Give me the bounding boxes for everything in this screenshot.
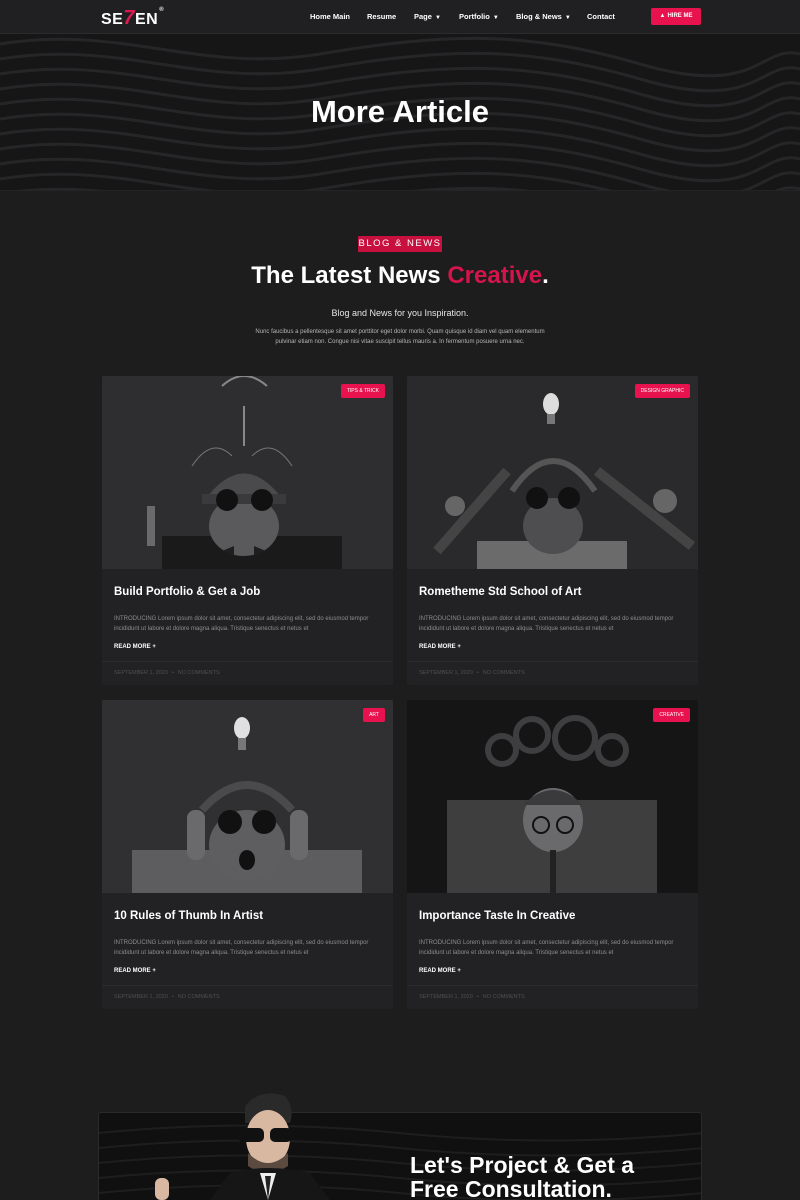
post-date[interactable]: SEPTEMBER 1, 2020: [419, 670, 473, 676]
meta-separator: •: [171, 670, 174, 676]
nav-item-label: Home Main: [310, 12, 351, 21]
read-more-link[interactable]: READ MORE +: [419, 644, 461, 650]
nav-item-page[interactable]: Page ▼: [414, 12, 441, 21]
navbar: SE7EN® Home Main Resume Page ▼ Portfolio ▼…: [0, 0, 800, 34]
hire-me-label: HIRE ME: [667, 13, 693, 19]
cta-title-line2: Free Consultation.: [410, 1176, 612, 1200]
post-photo-girl-gears: [407, 700, 698, 893]
section-title-period: .: [542, 262, 549, 289]
post-image[interactable]: TIPS & TRICK: [102, 376, 393, 569]
nav-item-portfolio[interactable]: Portfolio ▼: [459, 12, 499, 21]
section-description: Nunc faucibus a pellentesque sit amet po…: [255, 329, 545, 345]
section-title-accent: Creative: [447, 262, 543, 289]
cta-title-line1: Let's Project & Get a: [410, 1152, 635, 1178]
nav-item-label: Page: [414, 12, 432, 21]
nav-item-resume[interactable]: Resume: [367, 12, 396, 21]
post-excerpt: INTRODUCING Lorem ipsum dolor sit amet, …: [419, 616, 674, 632]
read-more-link[interactable]: READ MORE +: [114, 644, 156, 650]
card-divider: [102, 661, 393, 662]
card-divider: [102, 985, 393, 986]
post-meta: SEPTEMBER 1, 2020 • NO COMMENTS: [419, 670, 525, 676]
post-meta: SEPTEMBER 1, 2020 • NO COMMENTS: [114, 994, 220, 1000]
read-more-link[interactable]: READ MORE +: [419, 968, 461, 974]
nav-item-contact[interactable]: Contact: [587, 12, 615, 21]
post-date[interactable]: SEPTEMBER 1, 2020: [114, 670, 168, 676]
read-more-link[interactable]: READ MORE +: [114, 968, 156, 974]
meta-separator: •: [476, 994, 479, 1000]
hire-me-button[interactable]: ▲ HIRE ME: [651, 8, 701, 25]
section-title-main: The Latest News: [251, 262, 441, 289]
post-photo-boy-helmet: [102, 376, 393, 569]
post-photo-lightbulb-headgear: [407, 376, 698, 569]
post-excerpt: INTRODUCING Lorem ipsum dolor sit amet, …: [114, 940, 369, 956]
post-title[interactable]: Build Portfolio & Get a Job: [114, 586, 260, 598]
fire-icon: ▲: [659, 13, 666, 19]
blog-card[interactable]: TIPS & TRICK Build Portfolio & Get a Job…: [102, 376, 393, 685]
post-title[interactable]: 10 Rules of Thumb In Artist: [114, 910, 263, 922]
category-badge[interactable]: CREATIVE: [653, 708, 690, 722]
blog-card[interactable]: ART 10 Rules of Thumb In Artist INTRODUC…: [102, 700, 393, 1009]
category-badge[interactable]: TIPS & TRICK: [340, 384, 385, 398]
post-image[interactable]: ART: [102, 700, 393, 893]
caret-down-icon: ▼: [434, 15, 441, 21]
post-comments[interactable]: NO COMMENTS: [483, 670, 525, 676]
caret-down-icon: ▼: [564, 15, 571, 21]
nav-item-blog-news[interactable]: Blog & News ▼: [516, 12, 571, 21]
post-comments[interactable]: NO COMMENTS: [483, 994, 525, 1000]
nav-item-label: Resume: [367, 12, 397, 21]
post-title[interactable]: Importance Taste In Creative: [419, 910, 575, 922]
caret-down-icon: ▼: [492, 15, 499, 21]
nav-item-label: Portfolio: [459, 12, 490, 21]
post-title[interactable]: Rometheme Std School of Art: [419, 586, 582, 598]
post-meta: SEPTEMBER 1, 2020 • NO COMMENTS: [114, 670, 220, 676]
post-meta: SEPTEMBER 1, 2020 • NO COMMENTS: [419, 994, 525, 1000]
section-subtitle: Blog and News for you Inspiration.: [331, 308, 469, 318]
page-title: More Article: [310, 94, 489, 129]
post-image[interactable]: DESIGN GRAPHIC: [407, 376, 698, 569]
post-date[interactable]: SEPTEMBER 1, 2020: [419, 994, 473, 1000]
card-divider: [407, 661, 698, 662]
card-divider: [407, 985, 698, 986]
cta-title: Let's Project & Get a Free Consultation.: [410, 1153, 730, 1200]
nav-item-home-main[interactable]: Home Main: [310, 12, 350, 21]
post-date[interactable]: SEPTEMBER 1, 2020: [114, 994, 168, 1000]
nav-item-label: Contact: [587, 12, 615, 21]
post-comments[interactable]: NO COMMENTS: [178, 994, 220, 1000]
businessman-photo: [155, 1093, 330, 1200]
post-image[interactable]: CREATIVE: [407, 700, 698, 893]
blog-card[interactable]: CREATIVE Importance Taste In Creative IN…: [407, 700, 698, 1009]
section-title: The Latest News Creative.: [0, 262, 800, 290]
nav-item-label: Blog & News: [516, 12, 562, 21]
meta-separator: •: [171, 994, 174, 1000]
post-photo-boy-screaming: [102, 700, 393, 893]
post-comments[interactable]: NO COMMENTS: [178, 670, 220, 676]
category-badge[interactable]: DESIGN GRAPHIC: [634, 384, 690, 398]
blog-card[interactable]: DESIGN GRAPHIC Rometheme Std School of A…: [407, 376, 698, 685]
meta-separator: •: [476, 670, 479, 676]
post-excerpt: INTRODUCING Lorem ipsum dolor sit amet, …: [419, 940, 674, 956]
page-hero: More Article: [0, 34, 800, 191]
section-tag: BLOG & NEWS: [358, 236, 442, 252]
category-badge[interactable]: ART: [363, 708, 385, 722]
post-excerpt: INTRODUCING Lorem ipsum dolor sit amet, …: [114, 616, 369, 632]
